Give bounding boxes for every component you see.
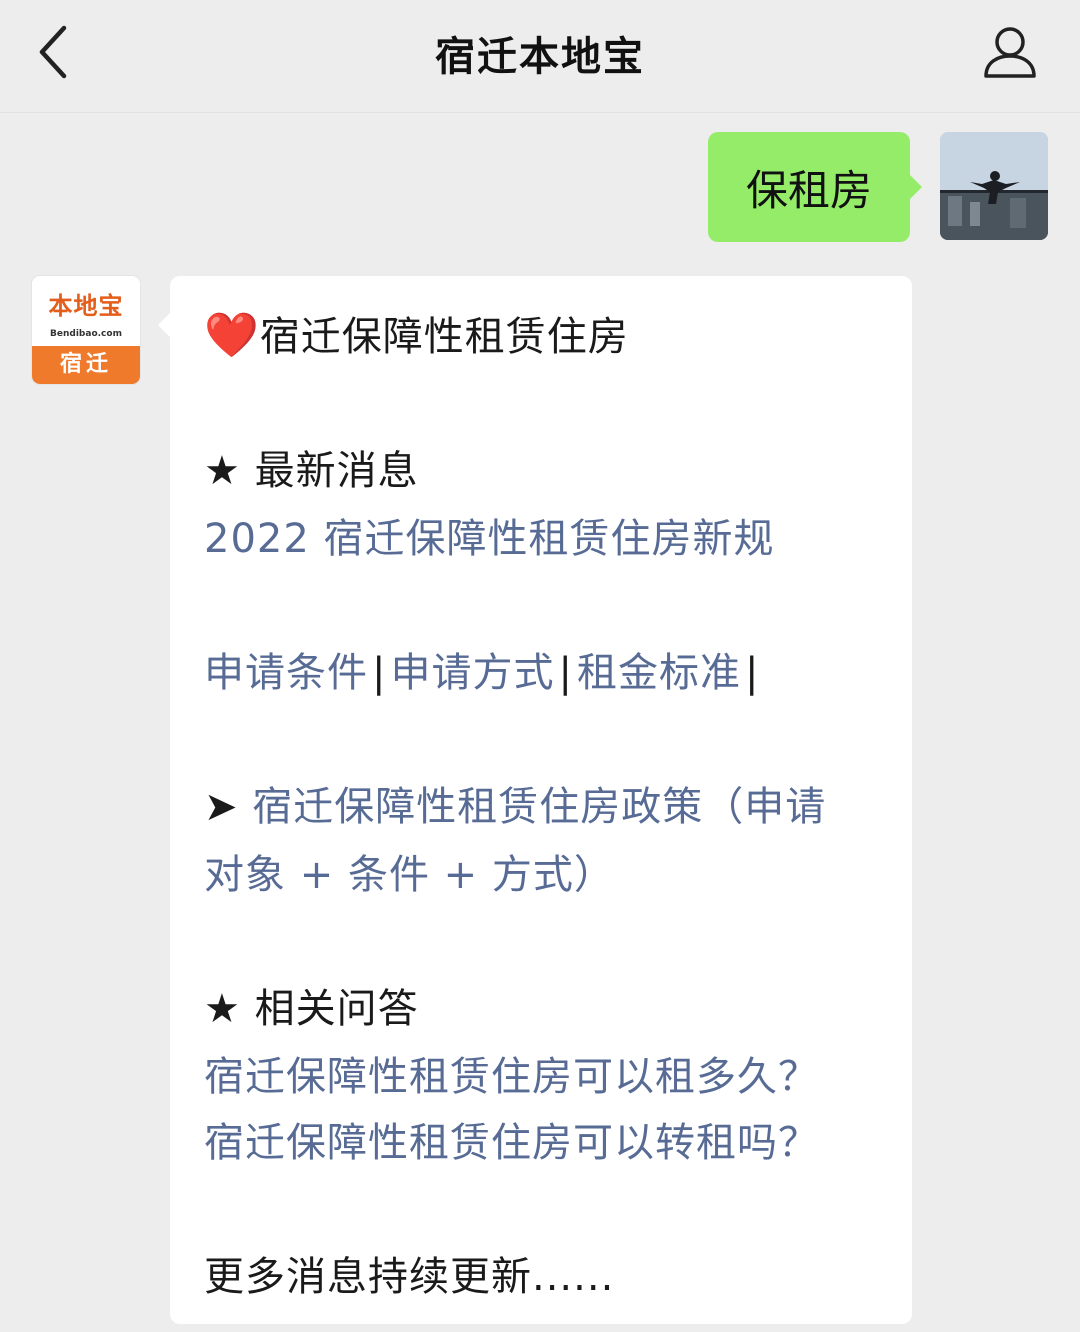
logo-text-en: Bendibao.com (50, 329, 122, 339)
bendibao-logo: 本地宝 Bendibao.com (32, 276, 140, 346)
user-message-text: 保租房 (745, 165, 872, 215)
separator: | (372, 650, 387, 696)
logo-text-cn: 本地宝 (48, 292, 124, 320)
link-policy[interactable]: 宿迁保障性租赁住房政策（申请 (252, 784, 826, 830)
user-message-bubble[interactable]: 保租房 (708, 132, 922, 242)
user-avatar[interactable] (940, 132, 1048, 240)
footer-text: 更多消息持续更新...... (204, 1254, 615, 1300)
section-heading-text: 最新消息 (254, 448, 419, 494)
policy-link-line-1: ➤ 宿迁保障性租赁住房政策（申请 (204, 774, 826, 832)
logo-city: 宿迁 (32, 346, 140, 384)
link-qa-sublet[interactable]: 宿迁保障性租赁住房可以转租吗？ (204, 1110, 819, 1168)
message-title-line: ❤️宿迁保障性租赁住房 (204, 304, 629, 362)
link-qa-duration[interactable]: 宿迁保障性租赁住房可以租多久？ (204, 1044, 819, 1102)
topic-links-row: 申请条件 | 申请方式 | 租金标准 | (204, 640, 763, 698)
link-rent-standard[interactable]: 租金标准 (577, 650, 741, 696)
star-icon: ★ (204, 986, 241, 1032)
link-policy-continued[interactable]: 对象 + 条件 + 方式） (204, 842, 615, 900)
person-icon (984, 27, 1036, 78)
separator: | (744, 650, 760, 696)
message-title: 宿迁保障性租赁住房 (259, 314, 629, 360)
star-icon: ★ (204, 448, 241, 494)
avatar-photo (940, 132, 1048, 240)
link-new-rules[interactable]: 2022 宿迁保障性租赁住房新规 (204, 506, 775, 564)
link-apply-method[interactable]: 申请方式 (390, 650, 554, 696)
section-heading-news: ★ 最新消息 (204, 438, 419, 496)
section-heading-text: 相关问答 (254, 986, 419, 1032)
heart-icon: ❤️ (204, 310, 260, 361)
bubble-tail (909, 174, 922, 200)
bot-message-bubble: ❤️宿迁保障性租赁住房 ★ 最新消息 2022 宿迁保障性租赁住房新规 申请条件… (158, 276, 912, 1324)
profile-button[interactable] (980, 22, 1040, 82)
link-apply-conditions[interactable]: 申请条件 (204, 650, 368, 696)
separator: | (558, 650, 573, 696)
bubble-tail (158, 312, 171, 338)
arrow-icon: ➤ (204, 784, 239, 830)
chat-title: 宿迁本地宝 (435, 34, 645, 80)
top-bar: 宿迁本地宝 (0, 0, 1080, 113)
bot-avatar[interactable]: 本地宝 Bendibao.com 宿迁 (32, 276, 140, 384)
section-heading-qa: ★ 相关问答 (204, 976, 419, 1034)
